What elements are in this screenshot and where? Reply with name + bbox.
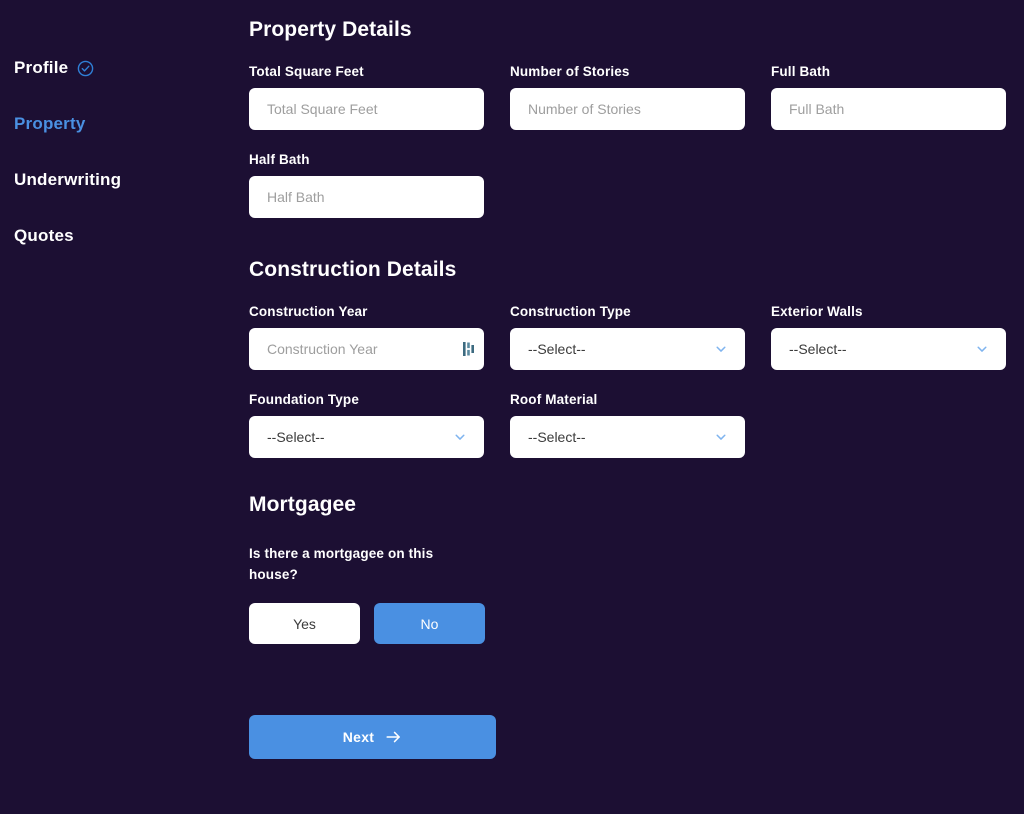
foundation-type-select[interactable]: --Select-- [249,416,484,458]
field-label: Half Bath [249,152,310,167]
page-root: Profile Property Underwriting Quotes Pro… [0,0,1024,814]
chevron-down-icon[interactable] [714,342,728,356]
field-number-of-stories: Number of Stories [510,42,745,130]
footer-actions: Next [249,715,1024,759]
total-square-feet-input[interactable] [267,88,470,130]
field-label: Roof Material [510,392,598,407]
roof-material-select[interactable]: --Select-- [510,416,745,458]
construction-year-input[interactable] [267,328,470,370]
section-construction-details: Construction Year Construction Year Cons… [249,282,1024,458]
field-foundation-type: Foundation Type --Select-- [249,370,484,458]
full-bath-input[interactable] [789,88,992,130]
mortgagee-yes-button[interactable]: Yes [249,603,360,644]
section-title-property-details: Property Details [249,18,412,41]
chevron-down-icon[interactable] [975,342,989,356]
arrow-right-icon [385,730,402,744]
total-square-feet-control[interactable] [249,88,484,130]
field-half-bath: Half Bath [249,130,484,218]
sidebar-item-underwriting[interactable]: Underwriting [14,152,245,208]
half-bath-input[interactable] [267,176,470,218]
field-label: Number of Stories [510,64,630,79]
select-value: --Select-- [528,341,586,357]
property-details-grid: Total Square Feet Number of Stories Full… [249,42,1024,218]
section-property-details: Total Square Feet Number of Stories Full… [249,42,1024,218]
field-exterior-walls: Exterior Walls --Select-- [771,282,1006,370]
construction-type-select[interactable]: --Select-- [510,328,745,370]
sidebar-item-label: Profile [14,58,69,77]
sidebar-item-profile[interactable]: Profile [14,40,245,96]
field-roof-material: Roof Material --Select-- [510,370,745,458]
mortgagee-no-button[interactable]: No [374,603,485,644]
sidebar-item-property[interactable]: Property [14,96,245,152]
next-button[interactable]: Next [249,715,496,759]
field-label: Foundation Type [249,392,359,407]
construction-year-control[interactable] [249,328,484,370]
number-of-stories-control[interactable] [510,88,745,130]
half-bath-control[interactable] [249,176,484,218]
sidebar-item-label: Property [14,114,86,133]
section-title-construction-details: Construction Details [249,258,457,281]
mortgagee-toggle-group: Yes No [249,603,1024,644]
select-value: --Select-- [528,429,586,445]
next-button-label: Next [342,729,375,745]
full-bath-control[interactable] [771,88,1006,130]
sidebar: Profile Property Underwriting Quotes [0,0,245,814]
section-mortgagee: Is there a mortgagee on this house? Yes … [249,543,1024,644]
field-total-square-feet: Total Square Feet [249,42,484,130]
field-label: Construction Type [510,304,631,319]
sidebar-item-label: Underwriting [14,170,122,189]
field-label: Full Bath [771,64,831,79]
sidebar-item-quotes[interactable]: Quotes [14,208,245,264]
exterior-walls-select[interactable]: --Select-- [771,328,1006,370]
number-of-stories-input[interactable] [528,88,731,130]
field-construction-type: Construction Type --Select-- [510,282,745,370]
chevron-down-icon[interactable] [453,430,467,444]
field-construction-year: Construction Year [249,282,484,370]
chevron-down-icon[interactable] [714,430,728,444]
sidebar-item-label: Quotes [14,226,74,245]
field-label: Total Square Feet [249,64,364,79]
select-value: --Select-- [789,341,847,357]
stepper-icon[interactable] [463,342,474,356]
construction-details-grid: Construction Year Construction Year Cons… [249,282,1024,458]
field-label: Construction Year [249,304,368,319]
field-label: Exterior Walls [771,304,863,319]
section-title-mortgagee: Mortgagee [249,493,357,516]
field-full-bath: Full Bath [771,42,1006,130]
main-content: Property Details Total Square Feet Numbe… [245,0,1024,814]
check-circle-icon [77,60,94,77]
select-value: --Select-- [267,429,325,445]
mortgagee-question: Is there a mortgagee on this house? [249,546,434,582]
